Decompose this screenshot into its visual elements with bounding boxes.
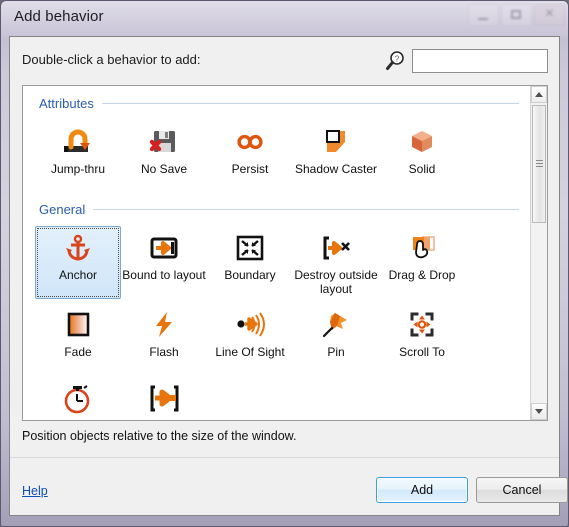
behavior-item-line-of-sight[interactable]: Line Of Sight [207,303,293,373]
prompt-row: Double-click a behavior to add: ? [10,37,559,85]
behavior-list-scrollbar[interactable] [530,86,547,420]
behavior-grid-attributes: Jump-thru No Save Persist Shadow Caster … [23,114,519,192]
window-title: Add behavior [14,8,104,25]
behavior-item-shadow-caster[interactable]: Shadow Caster [293,120,379,190]
no-save-icon [147,125,181,159]
jump-thru-icon [61,125,95,159]
destroy-outside-layout-icon [319,231,353,265]
behavior-item-label: Pin [327,345,345,359]
bullet-icon [147,382,181,416]
behavior-item-fade[interactable]: Fade [35,303,121,373]
behavior-list-scroll-region: Attributes Jump-thru No Save Persist Sha… [23,86,531,420]
behavior-item-bullet[interactable] [121,377,207,420]
scroll-up-arrow-icon [535,92,543,97]
title-bar[interactable]: Add behavior [0,0,569,38]
behavior-item-label: Drag & Drop [388,268,456,282]
behavior-item-label: Shadow Caster [294,162,378,176]
anchor-icon [61,231,95,265]
add-behavior-dialog: Add behavior Double-click a behavior to … [0,0,569,527]
behavior-item-jump-thru[interactable]: Jump-thru [35,120,121,190]
scroll-down-arrow-icon [535,409,543,414]
drag-and-drop-icon [405,231,439,265]
group-header-attributes: Attributes [39,92,519,114]
group-general: General Anchor Bound to layout Boundary … [23,198,531,420]
dialog-client-area: Double-click a behavior to add: ? Attrib… [9,36,568,516]
behavior-item-label: Destroy outside layout [294,268,378,296]
status-description: Position objects relative to the size of… [22,429,297,443]
behavior-item-label: Fade [64,345,92,359]
behavior-item-solid[interactable]: Solid [379,120,465,190]
group-attributes: Attributes Jump-thru No Save Persist Sha… [23,92,531,192]
maximize-button[interactable] [501,4,532,26]
prompt-label: Double-click a behavior to add: [22,52,201,67]
group-title: General [39,201,86,217]
behavior-item-label: Anchor [58,268,98,282]
scrollbar-thumb[interactable] [532,105,546,223]
search-help-icon: ? [384,50,406,72]
scroll-up-button[interactable] [531,86,547,103]
svg-text:?: ? [395,55,400,64]
scroll-to-icon [405,308,439,342]
add-button[interactable]: Add [376,477,468,503]
fade-icon [61,308,95,342]
scroll-down-button[interactable] [531,403,547,420]
behavior-item-scroll-to[interactable]: Scroll To [379,303,465,373]
behavior-item-boundary[interactable]: Boundary [207,226,293,299]
behavior-grid-general: Anchor Bound to layout Boundary Destroy … [23,220,519,420]
group-rule [101,102,519,104]
behavior-item-flash[interactable]: Flash [121,303,207,373]
help-link[interactable]: Help [22,484,48,498]
pin-icon [319,308,353,342]
solid-icon [405,125,439,159]
bound-to-layout-icon [147,231,181,265]
behavior-item-label: Scroll To [399,345,445,359]
search-box[interactable] [412,49,548,73]
behavior-item-timer[interactable] [35,377,121,420]
behavior-item-drag-and-drop[interactable]: Drag & Drop [379,226,465,299]
search-input[interactable] [413,50,547,72]
minimize-button[interactable] [468,4,499,26]
timer-icon [61,382,95,416]
persist-icon [233,125,267,159]
behavior-item-no-save[interactable]: No Save [121,120,207,190]
line-of-sight-icon [233,308,267,342]
behavior-item-label: Jump-thru [50,162,106,176]
behavior-item-label: Bound to layout [122,268,206,282]
caption-button-group [453,2,565,28]
behavior-item-label: Line Of Sight [215,345,285,359]
behavior-item-label: Persist [231,162,269,176]
behavior-item-bound-to-layout[interactable]: Bound to layout [121,226,207,299]
close-button[interactable] [534,4,565,26]
behavior-item-label: No Save [140,162,188,176]
group-header-general: General [39,198,519,220]
group-title: Attributes [39,95,94,111]
cancel-button[interactable]: Cancel [476,477,568,503]
behavior-item-destroy-outside-layout[interactable]: Destroy outside layout [293,226,379,299]
behavior-item-anchor[interactable]: Anchor [35,226,121,299]
flash-icon [147,308,181,342]
behavior-item-label: Boundary [224,268,276,282]
behavior-item-pin[interactable]: Pin [293,303,379,373]
behavior-list-panel: Attributes Jump-thru No Save Persist Sha… [22,85,548,421]
behavior-item-label: Solid [408,162,436,176]
scrollbar-grip-icon [536,160,543,168]
shadow-caster-icon [319,125,353,159]
boundary-icon [233,231,267,265]
footer-divider [10,457,559,458]
behavior-item-persist[interactable]: Persist [207,120,293,190]
group-rule [93,208,519,210]
behavior-item-label: Flash [149,345,179,359]
